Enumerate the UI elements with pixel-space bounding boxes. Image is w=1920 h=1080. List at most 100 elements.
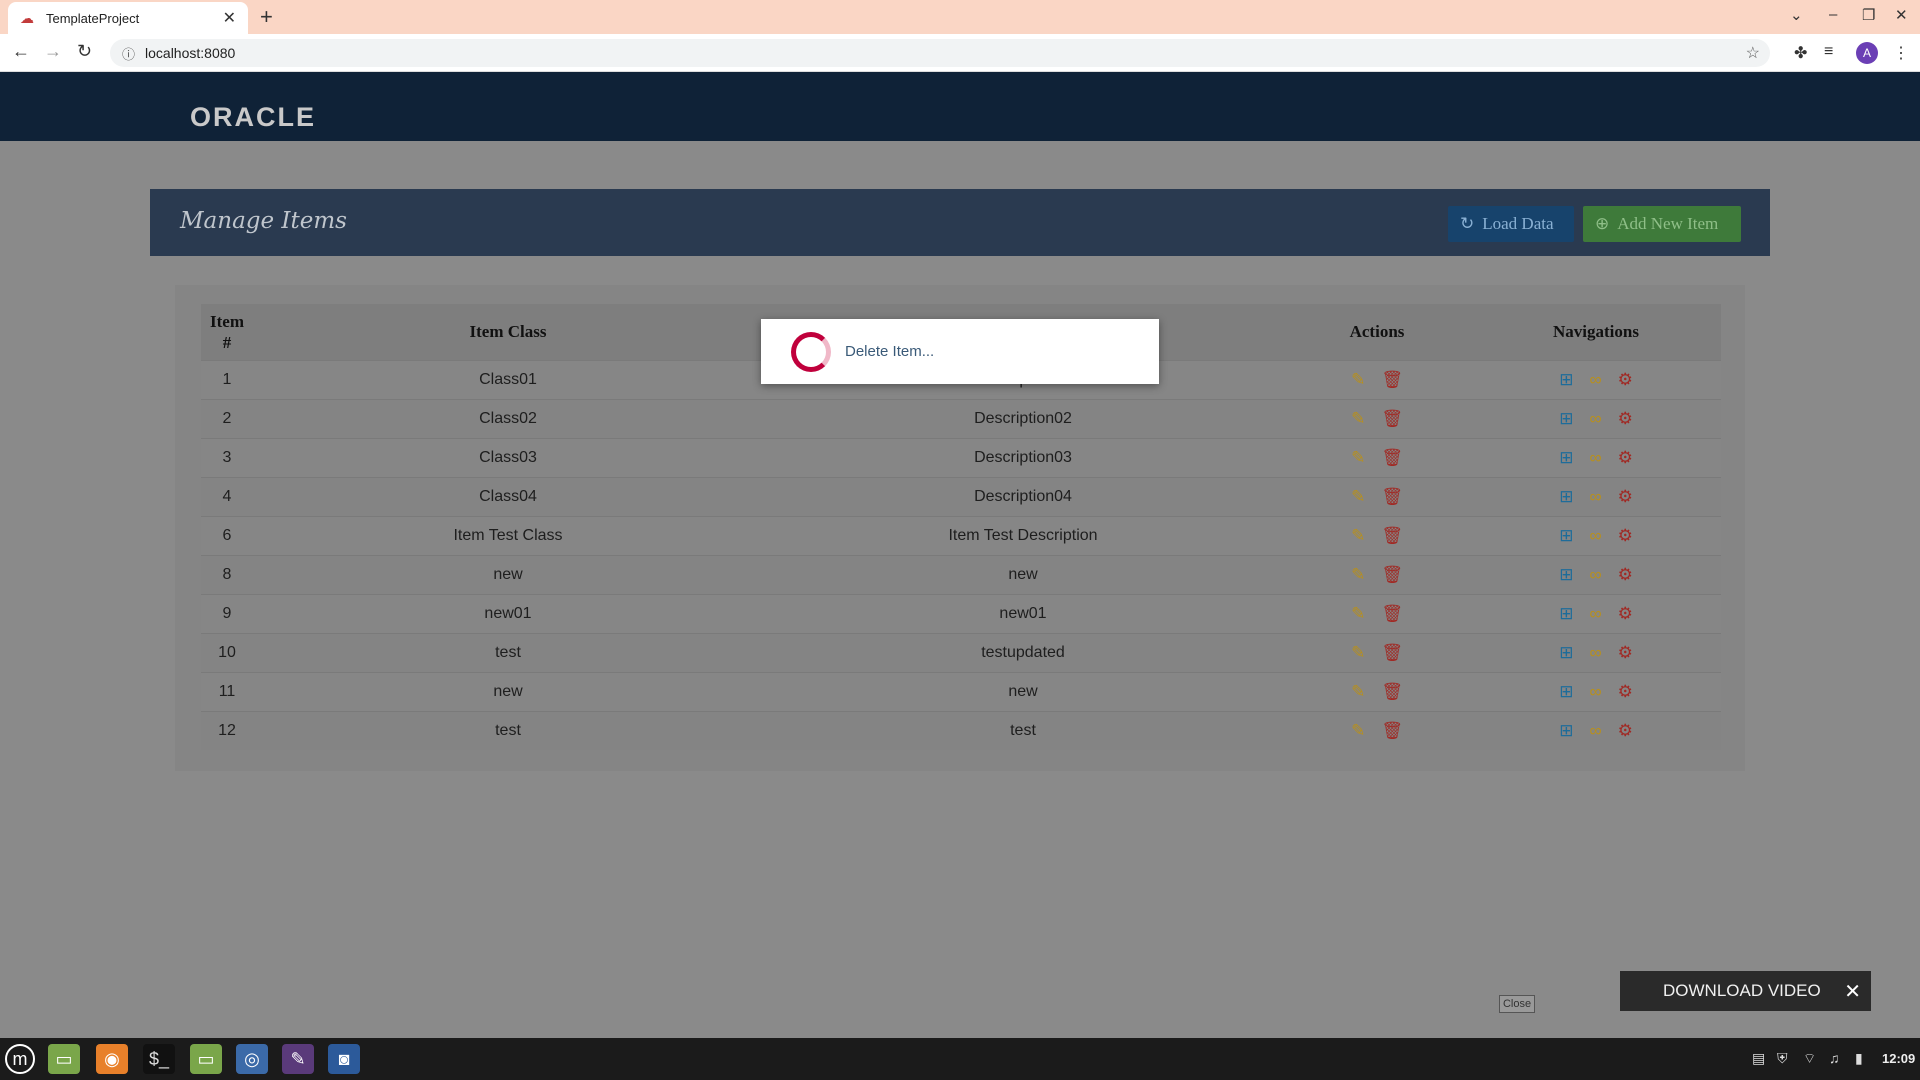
link-icon[interactable]: ∞ bbox=[1589, 604, 1601, 624]
camera-icon[interactable]: ◙ bbox=[328, 1044, 360, 1074]
load-data-button[interactable]: ↻ Load Data bbox=[1448, 206, 1574, 242]
sitemap-icon[interactable]: ⊞ bbox=[1559, 448, 1573, 468]
tab-search-icon[interactable]: ⌄ bbox=[1790, 6, 1803, 24]
link-icon[interactable]: ∞ bbox=[1589, 409, 1601, 429]
actions-cell: ✎ 🗑 bbox=[1283, 515, 1471, 555]
sitemap-icon[interactable]: ⊞ bbox=[1559, 526, 1573, 546]
delete-trash-icon[interactable]: 🗑 bbox=[1381, 370, 1403, 390]
link-icon[interactable]: ∞ bbox=[1589, 370, 1601, 390]
refresh-icon: ↻ bbox=[1460, 214, 1475, 233]
profile-avatar[interactable]: A bbox=[1856, 42, 1878, 64]
delete-trash-icon[interactable]: 🗑 bbox=[1381, 682, 1403, 702]
delete-trash-icon[interactable]: 🗑 bbox=[1381, 526, 1403, 546]
actions-cell: ✎ 🗑 bbox=[1283, 437, 1471, 477]
close-window-icon[interactable]: ✕ bbox=[1895, 6, 1908, 24]
close-button[interactable]: Close bbox=[1499, 995, 1535, 1013]
download-video-banner[interactable]: DOWNLOAD VIDEO ✕ bbox=[1620, 971, 1871, 1011]
clipboard-icon[interactable]: ▤ bbox=[1752, 1050, 1765, 1067]
terminal-icon[interactable]: $_ bbox=[143, 1044, 175, 1074]
files-icon[interactable]: ▭ bbox=[48, 1044, 80, 1074]
delete-trash-icon[interactable]: 🗑 bbox=[1381, 721, 1403, 741]
browser-tab[interactable]: ☁ TemplateProject ✕ bbox=[8, 2, 248, 34]
restore-icon[interactable]: ❐ bbox=[1862, 6, 1875, 24]
folder-icon[interactable]: ▭ bbox=[190, 1044, 222, 1074]
gear-icon[interactable]: ⚙ bbox=[1618, 370, 1633, 390]
delete-trash-icon[interactable]: 🗑 bbox=[1381, 409, 1403, 429]
edit-pencil-icon[interactable]: ✎ bbox=[1351, 370, 1365, 390]
delete-trash-icon[interactable]: 🗑 bbox=[1381, 643, 1403, 663]
minimize-icon[interactable]: – bbox=[1829, 6, 1837, 23]
add-new-item-button[interactable]: ⊕ Add New Item bbox=[1583, 206, 1741, 242]
link-icon[interactable]: ∞ bbox=[1589, 448, 1601, 468]
sound-icon[interactable]: ♫ bbox=[1829, 1050, 1840, 1066]
edit-pencil-icon[interactable]: ✎ bbox=[1351, 526, 1365, 546]
gear-icon[interactable]: ⚙ bbox=[1618, 682, 1633, 702]
delete-trash-icon[interactable]: 🗑 bbox=[1381, 487, 1403, 507]
navigations-cell: ⊞ ∞ ⚙ bbox=[1471, 710, 1721, 750]
edit-pencil-icon[interactable]: ✎ bbox=[1351, 682, 1365, 702]
gear-icon[interactable]: ⚙ bbox=[1618, 409, 1633, 429]
address-bar[interactable]: ⓘ localhost:8080 ☆ bbox=[110, 39, 1770, 67]
edit-pencil-icon[interactable]: ✎ bbox=[1351, 604, 1365, 624]
edit-pencil-icon[interactable]: ✎ bbox=[1351, 721, 1365, 741]
chrome-icon[interactable]: ◎ bbox=[236, 1044, 268, 1074]
battery-icon[interactable]: ▮ bbox=[1855, 1050, 1863, 1067]
gear-icon[interactable]: ⚙ bbox=[1618, 565, 1633, 585]
ide-icon[interactable]: ✎ bbox=[282, 1044, 314, 1074]
link-icon[interactable]: ∞ bbox=[1589, 643, 1601, 663]
link-icon[interactable]: ∞ bbox=[1589, 487, 1601, 507]
edit-pencil-icon[interactable]: ✎ bbox=[1351, 448, 1365, 468]
close-banner-icon[interactable]: ✕ bbox=[1844, 979, 1861, 1004]
edit-pencil-icon[interactable]: ✎ bbox=[1351, 643, 1365, 663]
delete-trash-icon[interactable]: 🗑 bbox=[1381, 448, 1403, 468]
item-class-cell: Class03 bbox=[253, 437, 763, 477]
sitemap-icon[interactable]: ⊞ bbox=[1559, 643, 1573, 663]
mint-menu-icon[interactable]: m bbox=[5, 1044, 35, 1074]
site-info-icon[interactable]: ⓘ bbox=[122, 44, 135, 63]
link-icon[interactable]: ∞ bbox=[1589, 526, 1601, 546]
link-icon[interactable]: ∞ bbox=[1589, 721, 1601, 741]
gear-icon[interactable]: ⚙ bbox=[1618, 487, 1633, 507]
sitemap-icon[interactable]: ⊞ bbox=[1559, 682, 1573, 702]
delete-trash-icon[interactable]: 🗑 bbox=[1381, 604, 1403, 624]
close-tab-icon[interactable]: ✕ bbox=[223, 8, 236, 28]
item-class-cell: new bbox=[253, 671, 763, 711]
link-icon[interactable]: ∞ bbox=[1589, 682, 1601, 702]
reading-list-icon[interactable]: ≡ bbox=[1824, 43, 1833, 61]
gear-icon[interactable]: ⚙ bbox=[1618, 643, 1633, 663]
item-number-cell: 4 bbox=[201, 476, 253, 516]
sitemap-icon[interactable]: ⊞ bbox=[1559, 604, 1573, 624]
delete-trash-icon[interactable]: 🗑 bbox=[1381, 565, 1403, 585]
page-content: ORACLE Manage Items ↻ Load Data ⊕ Add Ne… bbox=[0, 72, 1920, 1038]
sitemap-icon[interactable]: ⊞ bbox=[1559, 487, 1573, 507]
edit-pencil-icon[interactable]: ✎ bbox=[1351, 565, 1365, 585]
sitemap-icon[interactable]: ⊞ bbox=[1559, 721, 1573, 741]
shield-icon[interactable]: ⛨ bbox=[1777, 1050, 1788, 1067]
edit-pencil-icon[interactable]: ✎ bbox=[1351, 409, 1365, 429]
link-icon[interactable]: ∞ bbox=[1589, 565, 1601, 585]
bookmark-star-icon[interactable]: ☆ bbox=[1746, 43, 1760, 63]
gear-icon[interactable]: ⚙ bbox=[1618, 526, 1633, 546]
header-item-number: Item # bbox=[201, 304, 253, 360]
forward-icon[interactable]: → bbox=[44, 41, 62, 62]
navigations-cell: ⊞ ∞ ⚙ bbox=[1471, 671, 1721, 711]
gear-icon[interactable]: ⚙ bbox=[1618, 448, 1633, 468]
reload-icon[interactable]: ↻ bbox=[77, 41, 92, 62]
firefox-icon[interactable]: ◉ bbox=[96, 1044, 128, 1074]
edit-pencil-icon[interactable]: ✎ bbox=[1351, 487, 1365, 507]
extensions-icon[interactable]: ✤ bbox=[1794, 43, 1807, 63]
items-table-body: 1Class01Description01✎🗑⊞∞⚙2Class02Descri… bbox=[201, 359, 1721, 750]
new-tab-button[interactable]: + bbox=[260, 4, 273, 30]
sitemap-icon[interactable]: ⊞ bbox=[1559, 565, 1573, 585]
item-number-cell: 3 bbox=[201, 437, 253, 477]
wifi-icon[interactable]: ⌔ bbox=[1803, 1050, 1816, 1068]
menu-dots-icon[interactable]: ⋮ bbox=[1893, 43, 1909, 63]
os-taskbar: m ▭ ◉ $_ ▭ ◎ ✎ ◙ ▤ ⛨ ⌔ ♫ ▮ 12:09 bbox=[0, 1038, 1920, 1080]
sitemap-icon[interactable]: ⊞ bbox=[1559, 370, 1573, 390]
back-icon[interactable]: ← bbox=[12, 41, 30, 62]
gear-icon[interactable]: ⚙ bbox=[1618, 604, 1633, 624]
item-number-cell: 11 bbox=[201, 671, 253, 711]
gear-icon[interactable]: ⚙ bbox=[1618, 721, 1633, 741]
navigations-cell: ⊞ ∞ ⚙ bbox=[1471, 515, 1721, 555]
sitemap-icon[interactable]: ⊞ bbox=[1559, 409, 1573, 429]
